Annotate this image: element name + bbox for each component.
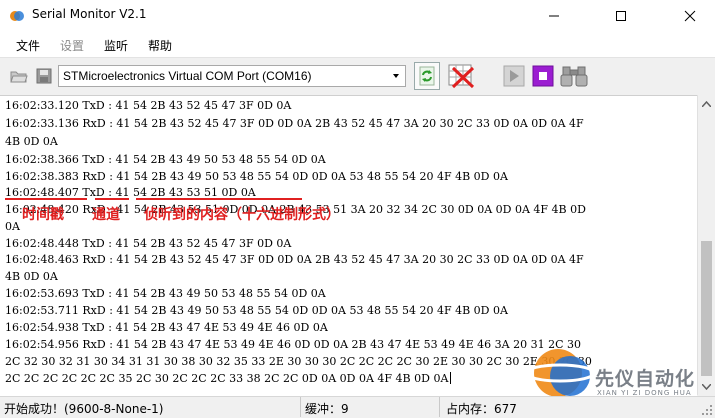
channel-annotation: 通道 (92, 207, 120, 223)
log-line: 16:02:48.448 TxD : 41 54 2B 43 52 45 47 … (5, 237, 292, 250)
status-connection-cell: 开始成功！(9600-8-None-1) (0, 397, 301, 417)
watermark-text: 先仪自动化 (595, 368, 696, 390)
window-title: Serial Monitor V2.1 (32, 7, 147, 21)
menu-file[interactable]: 文件 (16, 37, 40, 54)
log-line: 16:02:38.366 TxD : 41 54 2B 43 49 50 53 … (5, 153, 326, 166)
log-line: 16:02:54.938 TxD : 41 54 2B 43 47 4E 53 … (5, 321, 328, 334)
log-line: 4B 0D 0A (5, 135, 58, 148)
app-logo-icon (10, 11, 24, 21)
refresh-button[interactable] (414, 62, 440, 90)
log-line: 2C 32 30 32 31 30 34 31 31 30 38 30 32 3… (5, 355, 592, 368)
log-line: 4B 0D 0A (5, 270, 58, 283)
folder-icon (10, 71, 28, 83)
status-buffer-cell: 缓冲：9 (301, 397, 440, 417)
stop-button[interactable] (532, 65, 554, 87)
play-icon (503, 65, 525, 87)
refresh-icon (419, 66, 435, 86)
channel-underline (95, 198, 129, 200)
chevron-down-icon (393, 74, 399, 78)
find-button[interactable] (560, 63, 588, 89)
log-line: 16:02:53.693 TxD : 41 54 2B 43 49 50 53 … (5, 287, 326, 300)
minimize-button[interactable] (531, 0, 577, 31)
close-icon (684, 10, 696, 21)
maximize-button[interactable] (598, 0, 644, 31)
content-underline (136, 198, 302, 200)
status-bar: 开始成功！(9600-8-None-1) 缓冲：9 占内存：677 (0, 396, 715, 418)
timestamp-annotation: 时间戳 (22, 207, 64, 223)
status-memory: 占内存：677 (446, 402, 517, 416)
log-line: 16:02:53.711 RxD : 41 54 2B 43 49 50 53 … (5, 304, 508, 317)
status-memory-cell: 占内存：677 (440, 397, 560, 417)
text-caret (450, 372, 452, 384)
binoculars-icon (560, 66, 588, 87)
minimize-icon (549, 15, 559, 16)
open-button[interactable] (10, 67, 28, 85)
port-select[interactable]: STMicroelectronics Virtual COM Port (COM… (58, 65, 406, 87)
menu-settings[interactable]: 设置 (60, 37, 84, 54)
log-line: 0A (5, 220, 20, 233)
resize-grip-icon[interactable] (701, 404, 713, 416)
save-button[interactable] (35, 67, 53, 85)
toolbar: STMicroelectronics Virtual COM Port (COM… (0, 57, 715, 96)
save-icon (36, 68, 52, 84)
menu-monitor[interactable]: 监听 (104, 37, 128, 54)
status-connection: 开始成功！(9600-8-None-1) (4, 402, 164, 416)
content-annotation: 侦听到的内容（十六进制形式） (144, 207, 340, 223)
log-line: 16:02:54.956 RxD : 41 54 2B 43 47 4E 53 … (5, 338, 581, 351)
port-select-value: STMicroelectronics Virtual COM Port (COM… (63, 69, 312, 83)
clear-icon (448, 64, 475, 89)
menu-help[interactable]: 帮助 (148, 37, 172, 54)
chevron-up-icon (702, 100, 711, 107)
title-bar: Serial Monitor V2.1 (0, 0, 715, 31)
log-line: 16:02:38.383 RxD : 41 54 2B 43 49 50 53 … (5, 170, 508, 183)
status-buffer: 缓冲：9 (305, 402, 349, 416)
scroll-up-button[interactable] (698, 95, 715, 112)
stop-icon (532, 65, 554, 87)
close-button[interactable] (667, 0, 713, 31)
log-line-text: 2C 2C 2C 2C 2C 2C 35 2C 30 2C 2C 2C 33 3… (5, 372, 449, 385)
log-line: 16:02:48.463 RxD : 41 54 2B 43 52 45 47 … (5, 253, 584, 266)
menu-bar: 文件 设置 监听 帮助 (0, 31, 715, 57)
clear-button[interactable] (446, 62, 476, 90)
maximize-icon (616, 10, 626, 21)
log-line: 16:02:33.136 RxD : 41 54 2B 43 52 45 47 … (5, 117, 584, 130)
log-line: 16:02:33.120 TxD : 41 54 2B 43 52 45 47 … (5, 99, 292, 112)
start-button[interactable] (503, 65, 525, 87)
log-line: 2C 2C 2C 2C 2C 2C 35 2C 30 2C 2C 2C 33 3… (5, 372, 452, 386)
timestamp-underline (5, 198, 87, 200)
